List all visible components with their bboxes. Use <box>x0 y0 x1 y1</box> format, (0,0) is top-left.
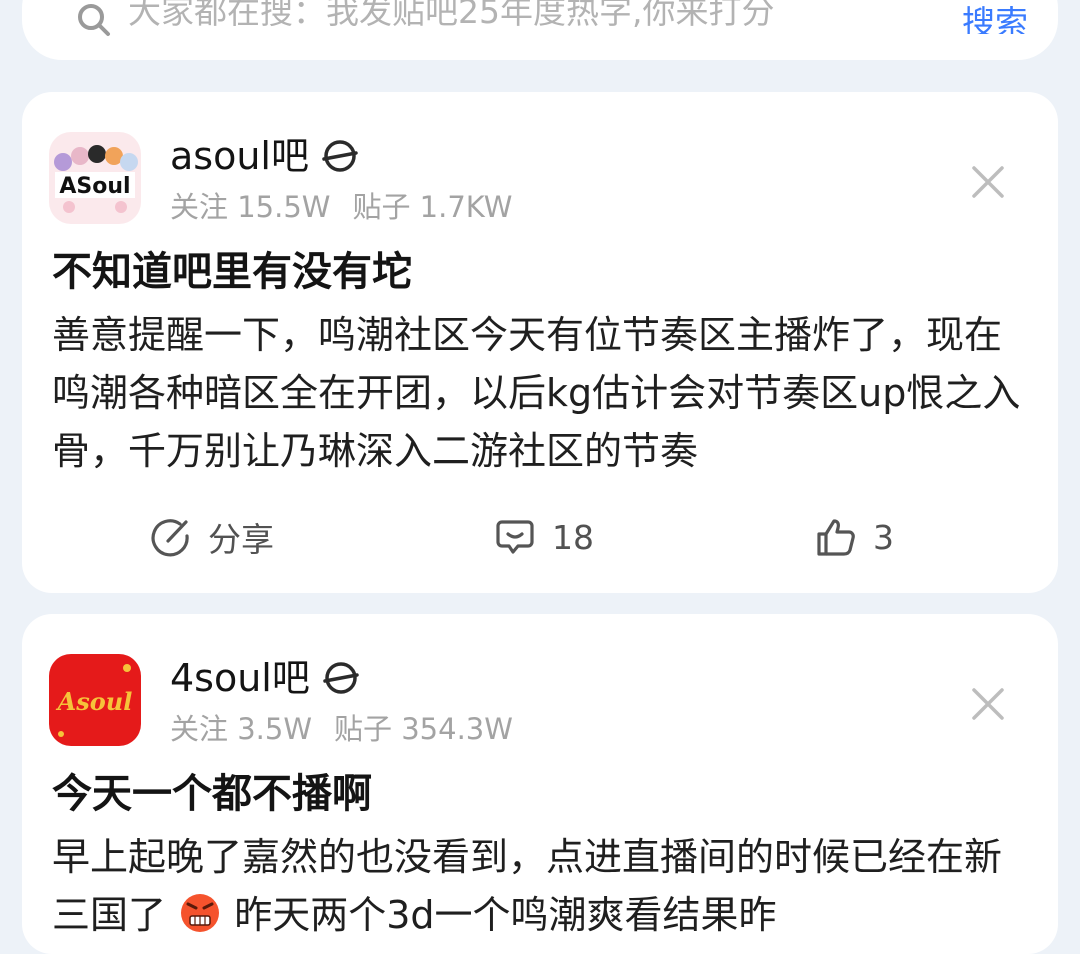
forum-stats: 关注 3.5W 贴子 354.3W <box>170 709 513 749</box>
forum-avatar[interactable]: Asoul <box>49 654 141 746</box>
post-body[interactable]: 善意提醒一下，鸣潮社区今天有位节奏区主播炸了，现在鸣潮各种暗区全在开团，以后kg… <box>52 306 1037 480</box>
svg-text:ASoul: ASoul <box>59 174 130 199</box>
post-count: 贴子 1.7KW <box>352 190 513 224</box>
post-title[interactable]: 不知道吧里有没有坨 <box>52 246 412 298</box>
post-card[interactable]: ASoul asoul吧 关注 15.5W 贴子 1.7KW 不知道吧里有没有坨 … <box>22 92 1058 593</box>
forum-avatar[interactable]: ASoul <box>49 132 141 224</box>
share-icon <box>151 519 189 557</box>
post-title[interactable]: 今天一个都不播啊 <box>52 768 372 820</box>
forum-level-icon <box>322 140 358 172</box>
angry-emoji-icon <box>181 894 220 932</box>
followers-count: 关注 15.5W <box>170 190 331 224</box>
search-input[interactable]: 大家都在搜：我发贴吧25年度热字,你来打分 <box>128 0 774 34</box>
like-count: 3 <box>873 517 894 557</box>
forum-level-icon <box>323 662 359 694</box>
followers-count: 关注 3.5W <box>170 712 313 746</box>
share-label: 分享 <box>208 520 274 559</box>
post-actions: 分享 18 3 <box>22 507 1058 567</box>
close-icon[interactable] <box>968 684 1008 724</box>
close-icon[interactable] <box>968 162 1008 202</box>
comment-count: 18 <box>552 517 594 557</box>
post-card[interactable]: Asoul 4soul吧 关注 3.5W 贴子 354.3W 今天一个都不播啊 早… <box>22 614 1058 954</box>
like-button[interactable]: 3 <box>815 507 894 567</box>
forum-name[interactable]: asoul吧 <box>170 132 359 180</box>
post-body[interactable]: 早上起晚了嘉然的也没看到，点进直播间的时候已经在新三国了 昨天两个3d一个鸣潮爽… <box>52 828 1037 944</box>
search-bar[interactable]: 大家都在搜：我发贴吧25年度热字,你来打分 搜索 <box>22 0 1058 60</box>
share-button[interactable]: 分享 <box>150 507 274 567</box>
post-body-text: 昨天两个3d一个鸣潮爽看结果昨 <box>234 893 777 937</box>
like-icon <box>817 519 855 556</box>
forum-name[interactable]: 4soul吧 <box>170 654 360 702</box>
forum-stats: 关注 15.5W 贴子 1.7KW <box>170 187 512 227</box>
comment-button[interactable]: 18 <box>494 507 594 567</box>
search-icon <box>78 4 110 36</box>
comment-icon <box>496 520 534 554</box>
post-count: 贴子 354.3W <box>334 712 513 746</box>
search-button[interactable]: 搜索 <box>962 0 1028 34</box>
svg-text:Asoul: Asoul <box>56 687 133 716</box>
